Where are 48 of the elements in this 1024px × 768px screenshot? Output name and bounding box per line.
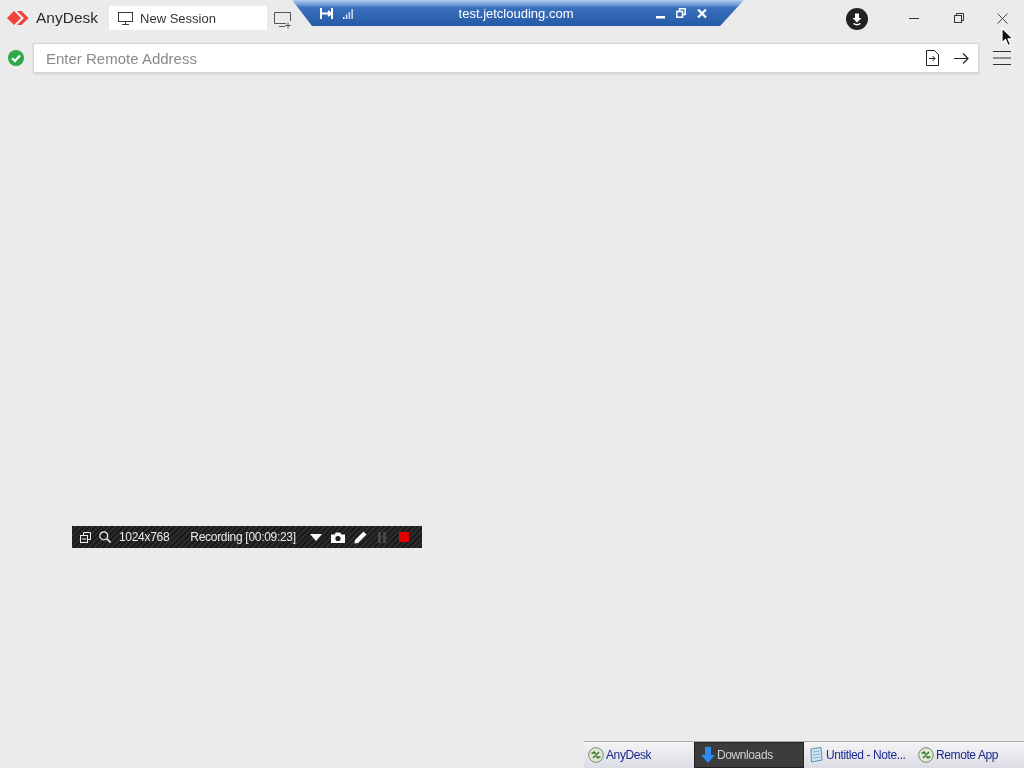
taskbar-button[interactable]: Downloads (694, 742, 804, 768)
tab[interactable]: New Session (109, 6, 268, 30)
resolution-label: 1024x768 (119, 530, 170, 544)
close-icon (997, 12, 1008, 24)
connect-button[interactable] (954, 52, 969, 64)
taskbar-button[interactable]: Untitled - Note... (804, 742, 914, 768)
camera-icon (331, 531, 345, 543)
download-button[interactable] (846, 8, 868, 30)
file-arrow-icon (926, 50, 939, 66)
menu-icon (993, 51, 1011, 65)
arrows-circle-icon (918, 747, 934, 763)
file-transfer-button[interactable] (926, 50, 939, 66)
diamond-logo-icon (7, 10, 31, 26)
signal-bars-icon (343, 7, 354, 19)
window-mode-button[interactable] (80, 531, 91, 543)
pause-icon (378, 531, 386, 543)
new-tab-button[interactable] (274, 11, 293, 29)
monitor-icon (118, 11, 134, 25)
notepad-icon (808, 747, 824, 763)
arrows-circle-icon (588, 747, 604, 763)
arrow-right-icon (954, 52, 969, 64)
address-bar[interactable]: Enter Remote Address (33, 43, 979, 73)
session-close-button[interactable] (697, 8, 708, 18)
restore-icon (676, 8, 687, 18)
check-icon (8, 50, 24, 66)
restore-icon (953, 13, 964, 23)
menu-button[interactable] (993, 51, 1011, 65)
download-icon (846, 8, 868, 30)
address-input[interactable]: Enter Remote Address (34, 45, 912, 71)
caret-icon (310, 533, 322, 541)
session-restore-button[interactable] (676, 8, 687, 18)
taskbar-button[interactable]: Remote App (914, 742, 1024, 768)
taskbar-button[interactable]: AnyDesk (584, 742, 694, 768)
stop-icon (399, 532, 409, 542)
recording-status: Recording [00:09:23] (190, 530, 296, 544)
pencil-icon (353, 530, 367, 544)
app-name: AnyDesk (36, 9, 99, 27)
minimize-icon (656, 15, 666, 19)
overlap-squares-icon (80, 531, 91, 543)
minimize-icon (908, 17, 919, 19)
monitor-plus-icon (274, 11, 293, 29)
arrow-to-bar-icon[interactable] (320, 7, 334, 19)
session-title: test.jetclouding.com (457, 5, 575, 21)
search-icon (99, 531, 111, 543)
cursor-icon (1001, 27, 1015, 47)
close-icon (697, 8, 708, 18)
zoom-button[interactable] (99, 531, 111, 543)
down-arrow-icon (701, 747, 715, 763)
